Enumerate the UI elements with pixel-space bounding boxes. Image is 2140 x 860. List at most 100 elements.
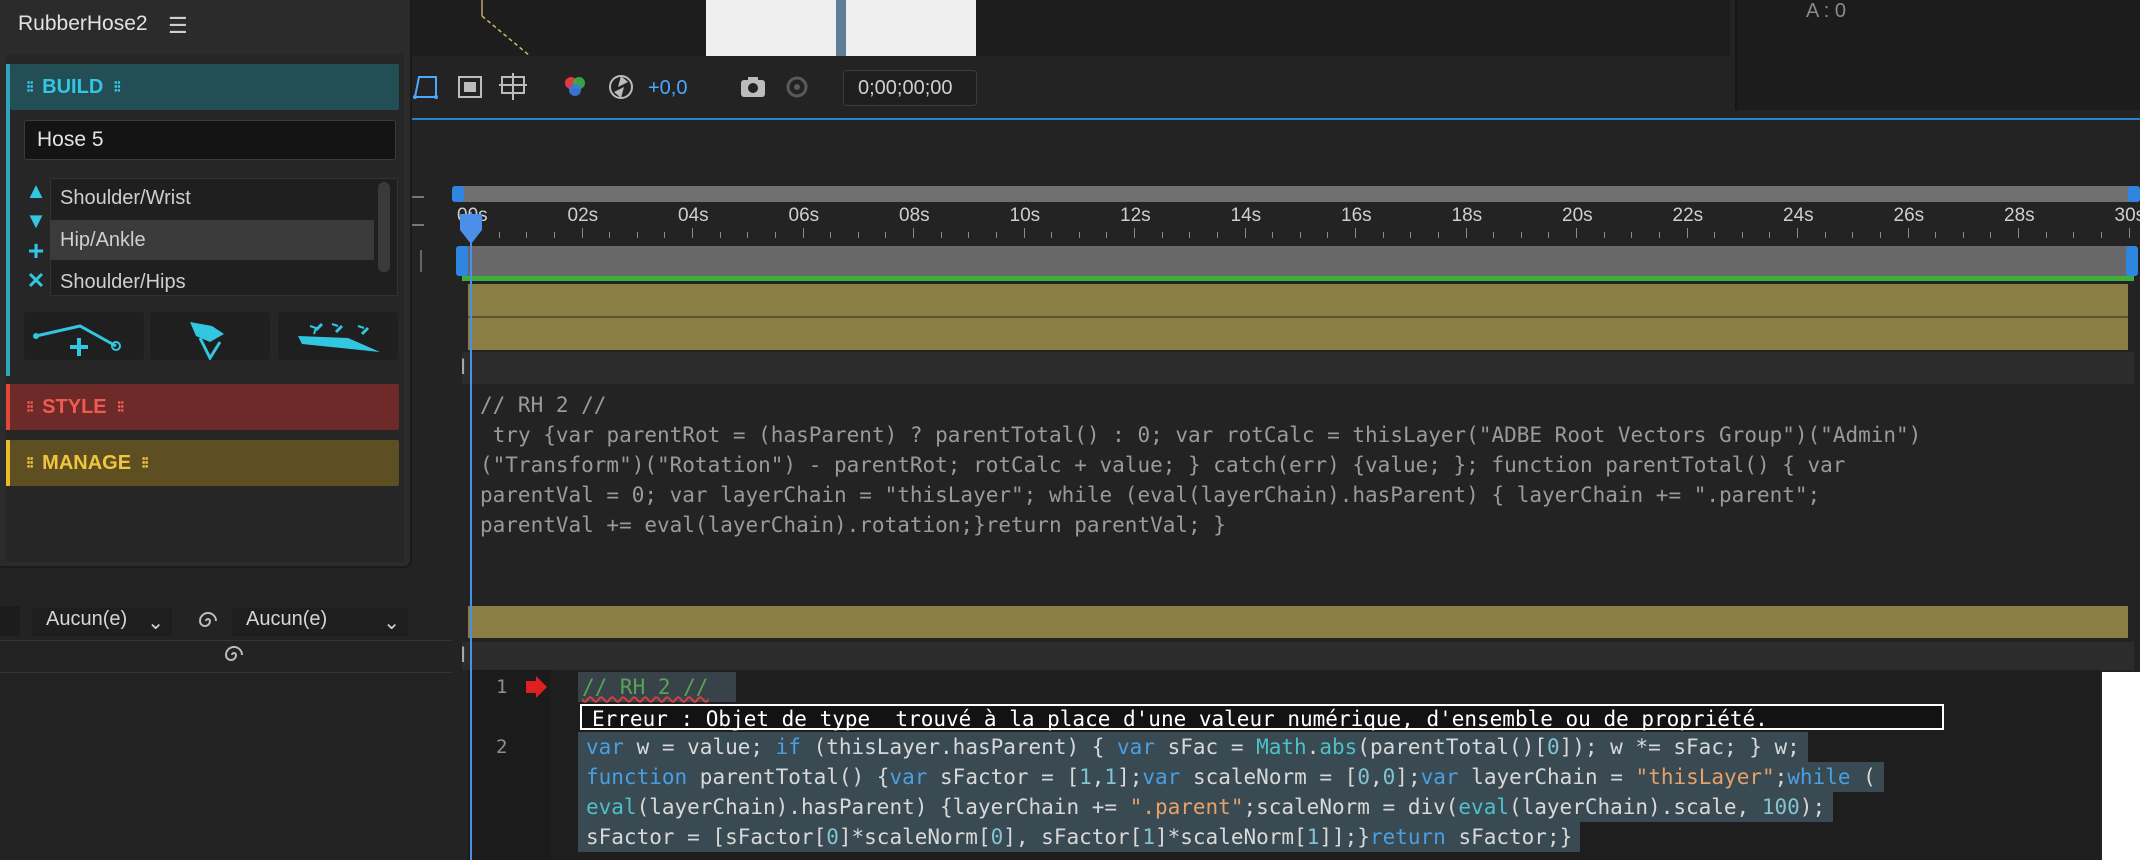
manage-section-header[interactable]: ⁝⁝ MANAGE ⁝⁝	[10, 440, 399, 486]
build-section-header[interactable]: ⁝⁝ BUILD ⁝⁝	[10, 64, 399, 110]
list-item-selected[interactable]: Hip/Ankle	[50, 220, 374, 260]
layer-duration-bar[interactable]	[468, 284, 2128, 316]
property-row	[462, 642, 2134, 670]
ruler-tick	[1355, 228, 1356, 238]
ruler-tick	[1576, 228, 1577, 238]
composition-preview-bar	[836, 0, 846, 56]
work-area-end-handle[interactable]	[2126, 246, 2138, 276]
ruler-label: 20s	[1562, 205, 1593, 226]
grip-icon: ⁝⁝	[26, 455, 34, 472]
ruler-minor-tick	[1769, 232, 1771, 238]
navigator-end-handle[interactable]	[2128, 186, 2140, 202]
ruler-minor-tick	[1216, 232, 1218, 238]
ruler-tick	[692, 228, 693, 238]
new-hose-icon	[33, 324, 121, 356]
ruler-minor-tick	[1548, 232, 1550, 238]
code-line-1[interactable]: // RH 2 //	[582, 675, 708, 699]
grip-icon: ⁝⁝	[26, 79, 34, 96]
ruler-tick	[1907, 228, 1909, 238]
ruler-minor-tick	[968, 232, 970, 238]
ruler-label: 08s	[899, 205, 930, 226]
expression-text[interactable]: // RH 2 // try {var parentRot = (hasPare…	[480, 390, 2130, 540]
hose-name-input[interactable]	[24, 120, 396, 160]
ruler-label: 16s	[1341, 205, 1372, 226]
viewer-toolbar	[400, 60, 1730, 112]
ruler-minor-tick	[526, 232, 528, 238]
parent-dropdown[interactable]: Aucun(e) ⌄	[32, 608, 172, 636]
ruler-minor-tick	[1990, 232, 1992, 238]
ruler-minor-tick	[1658, 232, 1660, 238]
row-divider	[0, 640, 452, 641]
error-arrow-icon[interactable]	[524, 676, 548, 698]
auto-rig-button[interactable]	[278, 312, 398, 360]
layer-duration-bar[interactable]	[468, 318, 2128, 350]
navigator-start-handle[interactable]	[452, 186, 464, 202]
grid-guides-icon[interactable]	[498, 72, 528, 102]
work-area-start-handle[interactable]	[456, 246, 468, 276]
ruler-minor-tick	[1603, 232, 1605, 238]
new-hose-button[interactable]	[24, 312, 144, 360]
ruler-minor-tick	[1327, 232, 1329, 238]
track-matte-dropdown[interactable]: Aucun(e) ⌄	[232, 608, 408, 636]
code-line-2-wrap[interactable]: sFactor = [sFactor[0]*scaleNorm[0], sFac…	[578, 822, 1581, 852]
title-safe-icon[interactable]	[455, 72, 485, 102]
ruler-minor-tick	[1272, 232, 1274, 238]
move-down-icon[interactable]: ▼	[22, 206, 50, 236]
delete-icon[interactable]: ✕	[22, 266, 50, 296]
snapshot-icon[interactable]	[738, 72, 768, 102]
ruler-tick	[802, 228, 804, 238]
ruler-label: 24s	[1783, 205, 1814, 226]
ruler-minor-tick	[719, 232, 721, 238]
work-area-bar[interactable]	[462, 246, 2134, 276]
row-divider	[0, 672, 452, 673]
ruler-minor-tick	[1714, 232, 1716, 238]
ruler-minor-tick	[2045, 232, 2047, 238]
ruler-minor-tick	[1189, 232, 1191, 238]
code-line-2-wrap[interactable]: eval(layerChain).hasParent) {layerChain …	[578, 792, 1834, 822]
ruler-tick	[913, 228, 914, 238]
channel-rgb-icon[interactable]	[560, 72, 590, 102]
time-navigator[interactable]	[458, 186, 2132, 202]
ruler-minor-tick	[774, 232, 776, 238]
pick-whip-icon[interactable]	[196, 608, 220, 634]
playhead-line[interactable]	[470, 212, 472, 860]
exposure-value[interactable]: +0,0	[648, 77, 687, 100]
viewer-canvas	[410, 0, 1730, 56]
playhead-handle[interactable]	[458, 214, 484, 244]
layer-color-swatch[interactable]	[0, 606, 20, 636]
ruler-minor-tick	[1520, 232, 1522, 238]
limb-icon	[190, 322, 224, 362]
ruler-minor-tick	[1382, 232, 1384, 238]
build-limb-button[interactable]	[150, 312, 270, 362]
code-line-2-wrap[interactable]: function parentTotal() {var sFactor = [1…	[578, 762, 1884, 792]
move-up-icon[interactable]: ▲	[22, 176, 50, 206]
ruler-minor-tick	[498, 232, 500, 238]
editor-gutter	[468, 670, 550, 860]
exposure-icon[interactable]	[606, 72, 636, 102]
mask-path-icon[interactable]	[410, 72, 440, 102]
add-icon[interactable]: +	[22, 236, 50, 266]
pick-whip-icon[interactable]	[222, 642, 246, 668]
grip-icon: ⁝⁝	[26, 399, 34, 416]
chevron-down-icon: ⌄	[383, 612, 400, 634]
editor-scrollbar[interactable]	[2102, 672, 2140, 860]
style-section-header[interactable]: ⁝⁝ STYLE ⁝⁝	[10, 384, 399, 430]
ruler-minor-tick	[830, 232, 832, 238]
ruler-minor-tick	[553, 232, 555, 238]
track-matte-dropdown-value: Aucun(e)	[246, 608, 328, 630]
style-label: STYLE	[42, 395, 107, 418]
layer-duration-bar[interactable]	[468, 606, 2128, 638]
list-scrollbar[interactable]	[378, 182, 390, 272]
render-cache-bar	[462, 276, 2134, 281]
grip-icon: ⁝⁝	[113, 79, 121, 96]
ruler-bracket	[420, 250, 422, 272]
ruler-minor-tick	[2100, 232, 2102, 238]
ruler-tick	[1134, 228, 1135, 238]
show-snapshot-icon[interactable]	[782, 72, 812, 102]
list-item[interactable]: Shoulder/Hips	[50, 262, 374, 302]
ruler-minor-tick	[1051, 232, 1053, 238]
code-line-2[interactable]: var w = value; if (thisLayer.hasParent) …	[578, 732, 1808, 762]
hamburger-icon[interactable]: ☰	[168, 13, 188, 39]
ruler-tick	[1686, 228, 1688, 238]
list-item[interactable]: Shoulder/Wrist	[50, 178, 374, 218]
